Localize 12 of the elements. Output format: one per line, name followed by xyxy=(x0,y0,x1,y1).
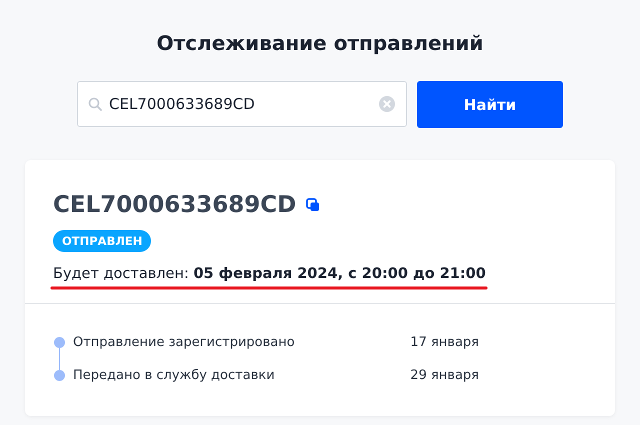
event-text: Отправление зарегистрировано xyxy=(73,335,296,350)
event-date: 29 января xyxy=(409,368,479,383)
event-date: 17 января xyxy=(409,335,479,350)
tracking-number: CEL7000633689CD xyxy=(53,191,296,220)
delivery-label: Будет доставлен: xyxy=(53,266,189,282)
event-text: Передано в службу доставки xyxy=(73,368,276,383)
search-field[interactable]: CEL7000633689CD xyxy=(77,81,407,127)
page-title: Отслеживание отправлений xyxy=(156,30,484,57)
search-button[interactable]: Найти xyxy=(417,81,563,128)
delivery-date: 05 февраля 2024, с 20:00 до 21:00 xyxy=(193,266,486,282)
copy-icon[interactable] xyxy=(306,198,320,212)
status-badge: ОТПРАВЛЕН xyxy=(53,230,152,252)
